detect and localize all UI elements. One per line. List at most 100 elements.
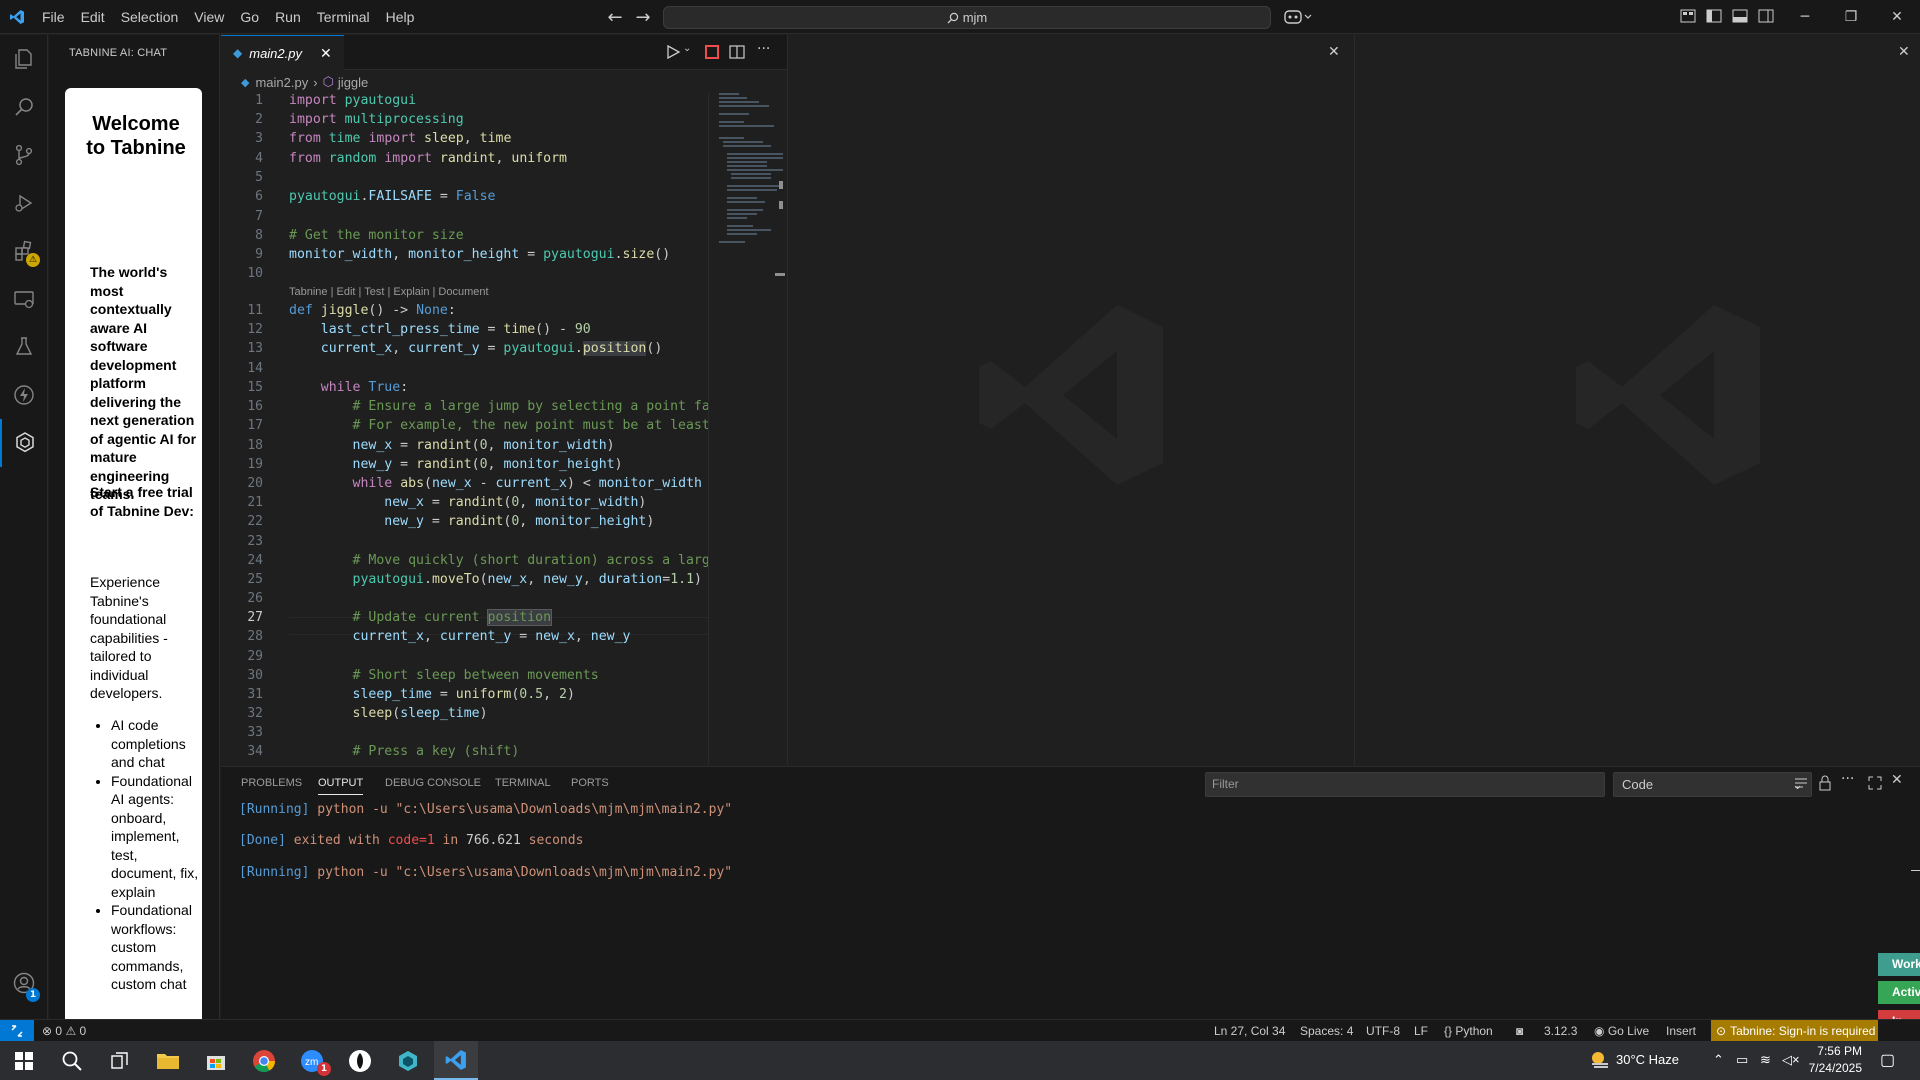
breadcrumb-symbol[interactable]: jiggle bbox=[338, 75, 368, 90]
remote-indicator-icon[interactable] bbox=[0, 1020, 34, 1042]
copilot-icon[interactable] bbox=[1284, 9, 1314, 25]
close-window-button[interactable]: ✕ bbox=[1874, 0, 1920, 34]
split-editor-icon[interactable] bbox=[729, 44, 745, 64]
clock-date[interactable]: 7/24/2025 bbox=[1806, 1061, 1862, 1075]
editor-mode[interactable]: Insert bbox=[1666, 1024, 1696, 1038]
tab-main2-py[interactable]: ◆ main2.py ✕ bbox=[221, 35, 344, 70]
vscode-taskbar-icon[interactable] bbox=[434, 1041, 478, 1080]
tab-problems[interactable]: PROBLEMS bbox=[241, 777, 302, 789]
close-tab-icon[interactable]: ✕ bbox=[320, 45, 332, 62]
encoding[interactable]: UTF-8 bbox=[1366, 1024, 1400, 1038]
breadcrumb: ◆ main2.py › ⬡ jiggle bbox=[221, 71, 787, 93]
minimize-button[interactable]: ─ bbox=[1782, 0, 1828, 34]
maximize-panel-icon[interactable] bbox=[1867, 775, 1883, 795]
cursor-position[interactable]: Ln 27, Col 34 bbox=[1214, 1024, 1285, 1038]
menu-edit[interactable]: Edit bbox=[73, 0, 113, 34]
menu-terminal[interactable]: Terminal bbox=[309, 0, 378, 34]
lock-scroll-icon[interactable] bbox=[1817, 775, 1833, 795]
restore-button[interactable]: ❐ bbox=[1828, 0, 1874, 34]
app-icon[interactable] bbox=[386, 1041, 430, 1080]
tabnine-status[interactable]: ⊙ Tabnine: Sign-in is required bbox=[1711, 1020, 1878, 1042]
menu-view[interactable]: View bbox=[186, 0, 232, 34]
tab-ports[interactable]: PORTS bbox=[571, 777, 609, 789]
menu-selection[interactable]: Selection bbox=[113, 0, 187, 34]
stop-icon[interactable] bbox=[705, 45, 719, 59]
run-debug-icon[interactable] bbox=[0, 179, 48, 227]
close-panel-icon[interactable]: ✕ bbox=[1891, 772, 1903, 788]
tab-terminal[interactable]: TERMINAL bbox=[495, 777, 551, 789]
explorer-icon[interactable] bbox=[0, 35, 48, 83]
end-of-line[interactable]: LF bbox=[1414, 1024, 1428, 1038]
indentation[interactable]: Spaces: 4 bbox=[1300, 1024, 1353, 1038]
close-group-icon[interactable]: ✕ bbox=[1898, 44, 1910, 60]
wifi-icon[interactable]: ≋ bbox=[1760, 1052, 1771, 1068]
editor-group-divider[interactable] bbox=[1354, 35, 1355, 765]
extensions-icon[interactable]: ⚠ bbox=[0, 227, 48, 275]
back-arrow-icon[interactable]: ← bbox=[600, 7, 630, 28]
problems-indicator[interactable]: ⊗ 0 ⚠ 0 bbox=[42, 1024, 86, 1038]
accounts-icon[interactable]: 1 bbox=[0, 959, 48, 1007]
zoom-icon[interactable]: zm 1 bbox=[290, 1041, 334, 1080]
toggle-panel-icon[interactable] bbox=[1732, 8, 1750, 24]
battery-icon[interactable]: ▭ bbox=[1736, 1052, 1748, 1068]
volume-icon[interactable]: ◁× bbox=[1782, 1052, 1800, 1068]
notifications-icon[interactable]: ▢ bbox=[1880, 1050, 1895, 1070]
minimap-line bbox=[719, 93, 739, 95]
more-actions-icon[interactable]: ··· bbox=[757, 41, 770, 57]
active-pill[interactable]: Activ bbox=[1878, 981, 1920, 1004]
run-python-icon[interactable] bbox=[665, 44, 681, 64]
tabnine-welcome-card: Welcome to Tabnine The world's most cont… bbox=[65, 88, 202, 1019]
weather-text[interactable]: 30°C Haze bbox=[1616, 1052, 1679, 1067]
copilot-status-icon[interactable]: ◙ bbox=[1516, 1024, 1523, 1038]
minimap-line bbox=[727, 157, 783, 159]
search-icon[interactable] bbox=[0, 83, 48, 131]
forward-arrow-icon[interactable]: → bbox=[628, 7, 658, 28]
microsoft-store-icon[interactable] bbox=[194, 1041, 238, 1080]
tabnine-icon[interactable] bbox=[0, 419, 48, 467]
toggle-primary-sidebar-icon[interactable] bbox=[1706, 8, 1724, 24]
menu-file[interactable]: File bbox=[34, 0, 73, 34]
minimap[interactable] bbox=[708, 93, 788, 765]
minimap-line bbox=[731, 173, 771, 175]
code-line: # Update current position bbox=[352, 609, 553, 626]
output-channel-select[interactable]: Code ⌄ bbox=[1613, 772, 1812, 797]
python-version[interactable]: 3.12.3 bbox=[1544, 1024, 1577, 1038]
tab-output[interactable]: OUTPUT bbox=[318, 777, 364, 795]
tab-debug-console[interactable]: DEBUG CONSOLE bbox=[385, 777, 481, 789]
taskbar-search-icon[interactable] bbox=[50, 1041, 94, 1080]
customize-layout-icon[interactable] bbox=[1680, 8, 1698, 24]
testing-icon[interactable] bbox=[0, 323, 48, 371]
menu-help[interactable]: Help bbox=[378, 0, 423, 34]
go-live[interactable]: ◉ Go Live bbox=[1594, 1024, 1649, 1038]
command-center-search[interactable]: mjm bbox=[663, 6, 1271, 29]
toggle-secondary-sidebar-icon[interactable] bbox=[1758, 8, 1776, 24]
tabnine-codelens[interactable]: Tabnine | Edit | Test | Explain | Docume… bbox=[289, 286, 489, 298]
menu-go[interactable]: Go bbox=[232, 0, 267, 34]
task-view-icon[interactable] bbox=[98, 1041, 142, 1080]
output-filter-input[interactable]: Filter bbox=[1205, 772, 1605, 797]
line-number: 1 bbox=[255, 93, 263, 108]
code-editor[interactable]: 1 2 3 4 5 6 7 8 9 10 11 12 13 14 15 16 17 18 19 20 21 22 23 24 2… bbox=[221, 93, 787, 765]
editor-group-divider[interactable] bbox=[787, 35, 788, 765]
minimap-scroll-marker bbox=[779, 201, 783, 209]
app-icon[interactable] bbox=[338, 1041, 382, 1080]
close-group-icon[interactable]: ✕ bbox=[1328, 44, 1340, 60]
remote-explorer-icon[interactable] bbox=[0, 275, 48, 323]
language-mode[interactable]: {} Python bbox=[1444, 1024, 1493, 1038]
file-explorer-icon[interactable] bbox=[146, 1041, 190, 1080]
panel-more-actions-icon[interactable]: ··· bbox=[1841, 771, 1854, 787]
show-hidden-icons-icon[interactable]: ⌃ bbox=[1713, 1052, 1724, 1068]
menu-run[interactable]: Run bbox=[267, 0, 309, 34]
feature-item: Foundational AI agents: onboard, impleme… bbox=[111, 772, 202, 902]
clear-output-icon[interactable] bbox=[1793, 775, 1809, 795]
clock-time[interactable]: 7:56 PM bbox=[1806, 1044, 1862, 1058]
weather-icon[interactable] bbox=[1588, 1049, 1612, 1075]
source-control-icon[interactable] bbox=[0, 131, 48, 179]
chrome-icon[interactable] bbox=[242, 1041, 286, 1080]
go-live-label: Go Live bbox=[1607, 1024, 1650, 1038]
windows-start-icon[interactable] bbox=[2, 1041, 46, 1080]
run-dropdown-chevron-icon[interactable]: ⌄ bbox=[683, 43, 691, 54]
thunder-client-icon[interactable] bbox=[0, 371, 48, 419]
work-pill[interactable]: Work bbox=[1878, 953, 1920, 976]
breadcrumb-file[interactable]: main2.py bbox=[255, 75, 308, 90]
